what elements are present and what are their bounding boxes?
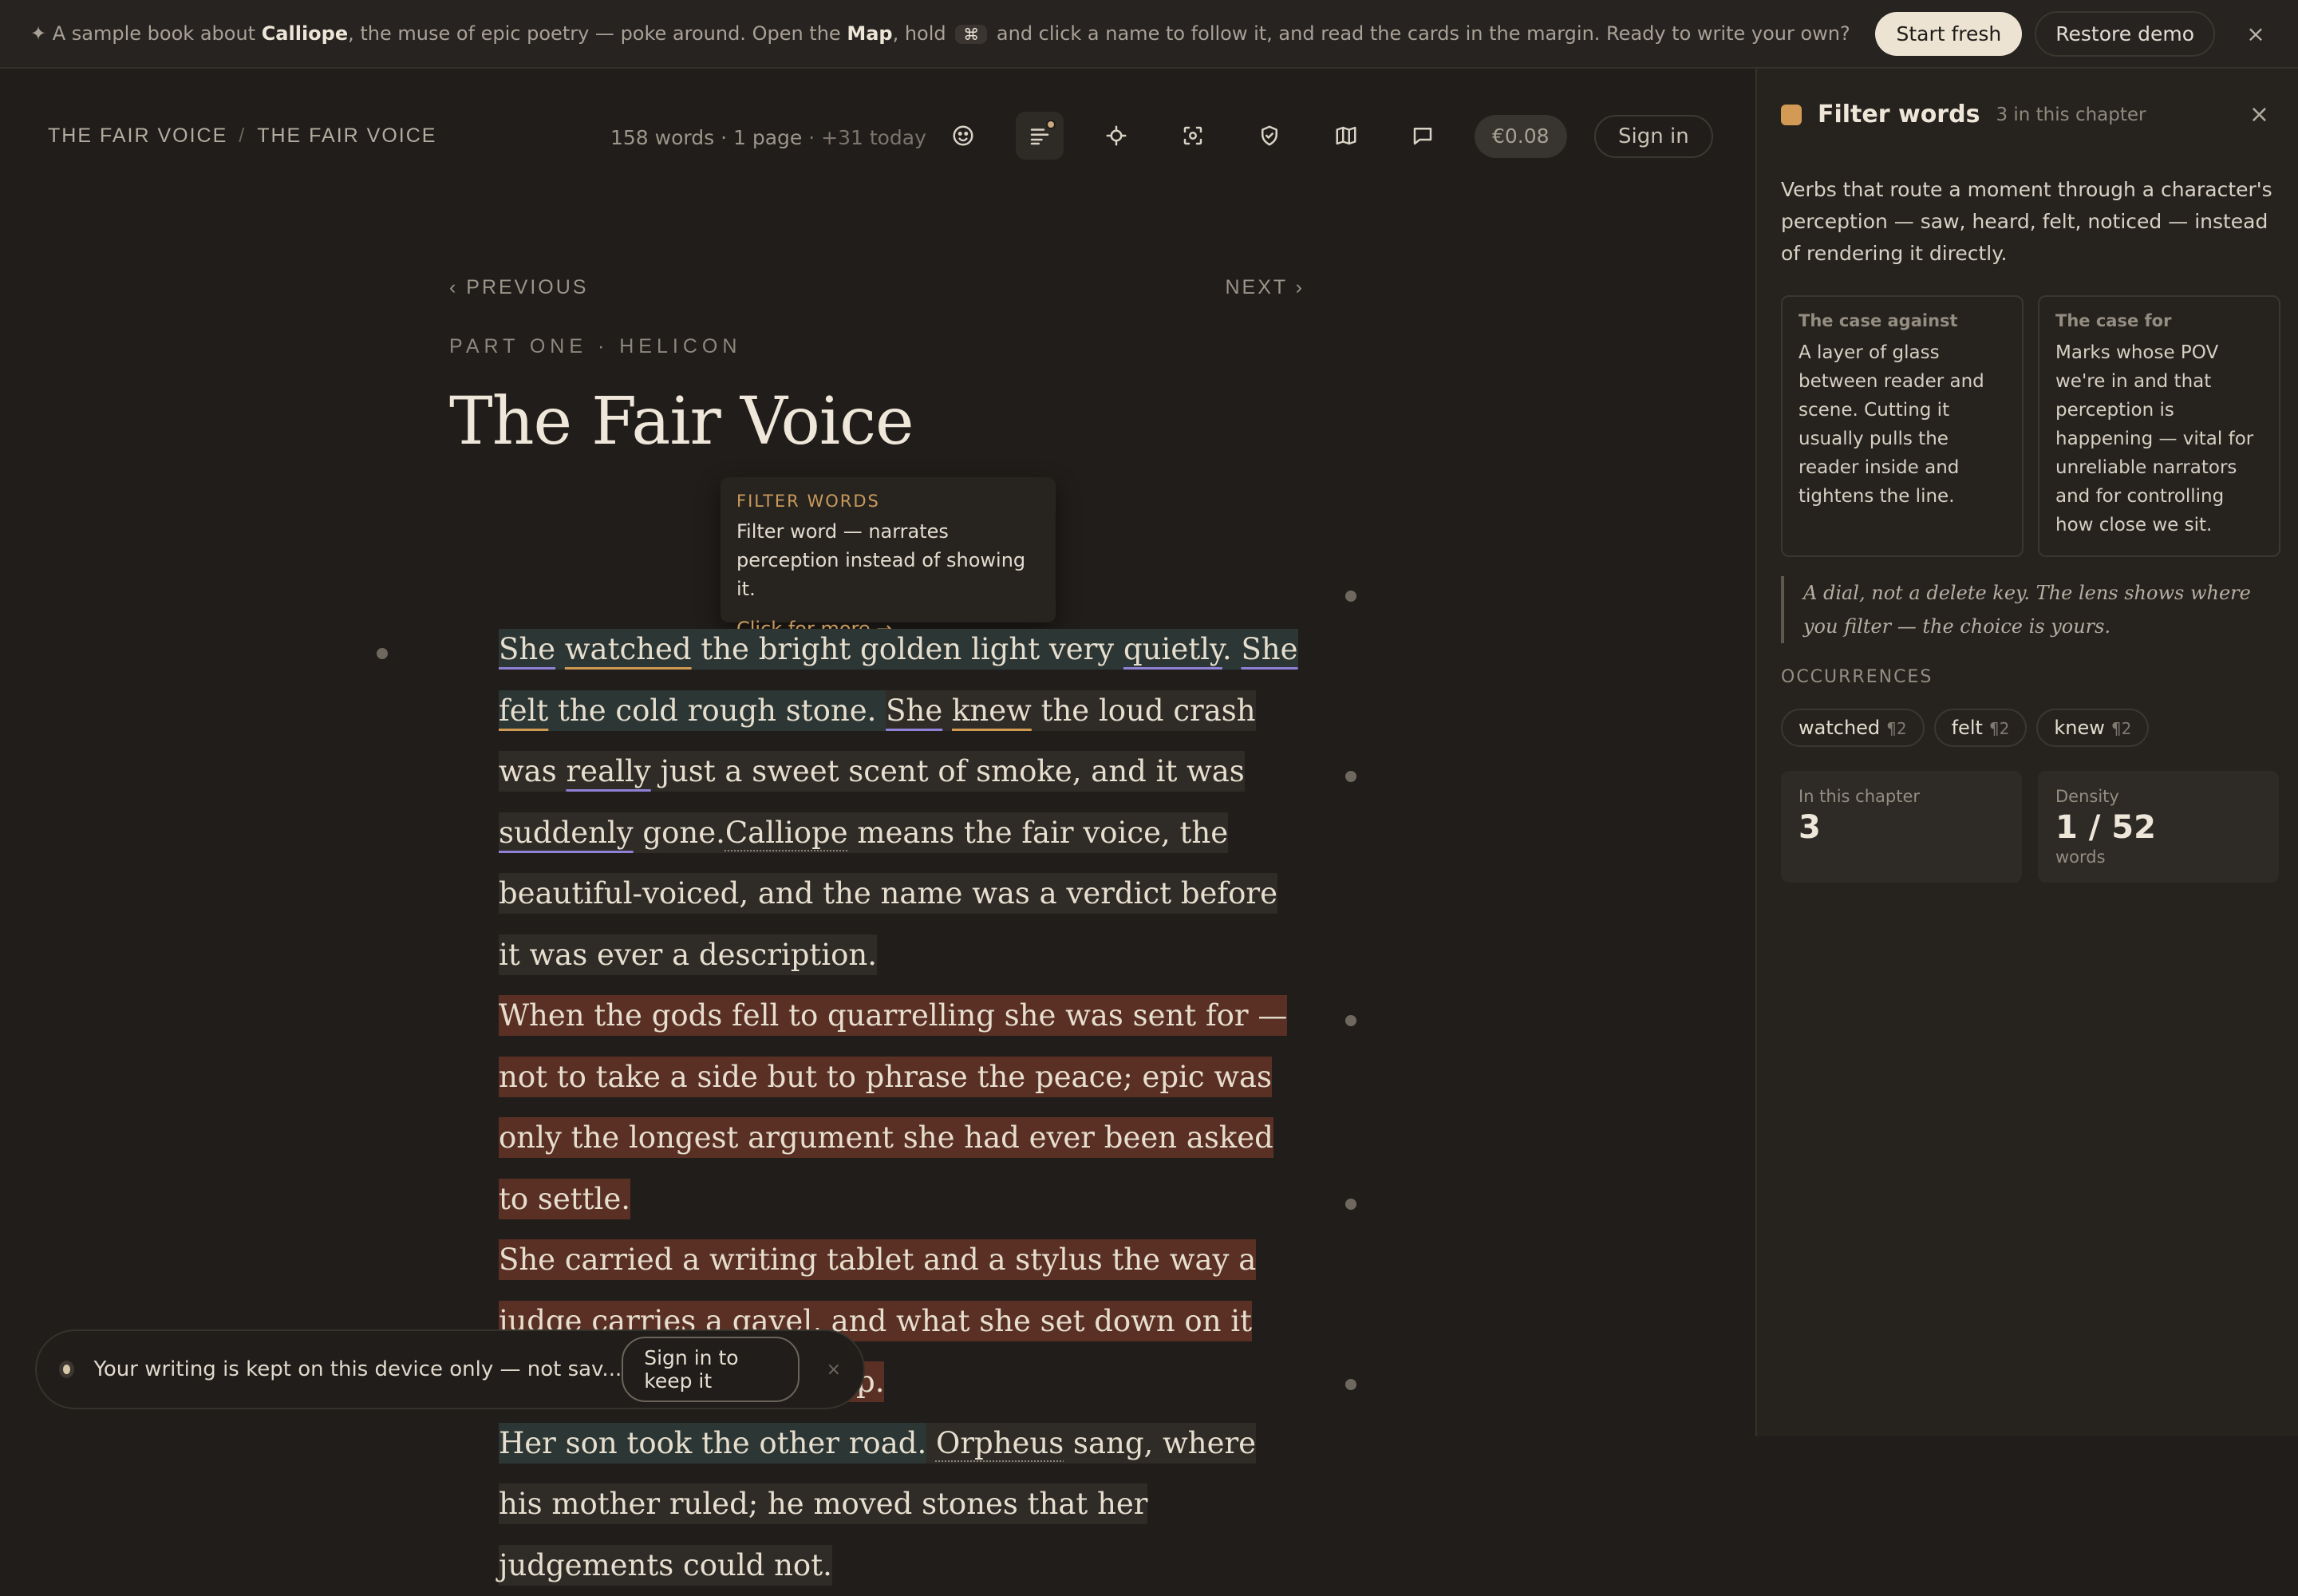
- status-dot-icon: [59, 1361, 74, 1378]
- lens-quote: A dial, not a delete key. The lens shows…: [1781, 576, 2276, 643]
- density-stat: Density 1 / 52 words: [2038, 771, 2279, 883]
- editor-area: THE FAIR VOICE / THE FAIR VOICE 158 words …: [0, 69, 1755, 1436]
- cost-badge[interactable]: €0.08: [1475, 115, 1567, 158]
- panel-count: 3 in this chapter: [1996, 105, 2146, 125]
- case-for-title: The case for: [2055, 311, 2263, 330]
- banner-close-icon[interactable]: ×: [2244, 21, 2268, 47]
- shield-icon[interactable]: [1246, 112, 1293, 160]
- toast-text: Your writing is kept on this device only…: [93, 1357, 622, 1381]
- sign-in-to-keep-button[interactable]: Sign in to keep it: [622, 1337, 799, 1402]
- filter-word[interactable]: watched: [565, 632, 692, 666]
- part-label: PART ONE · HELICON: [449, 335, 741, 358]
- lines-icon[interactable]: [1016, 112, 1064, 160]
- active-indicator: [1046, 120, 1056, 129]
- banner-calliope: Calliope: [262, 22, 348, 45]
- restore-demo-button[interactable]: Restore demo: [2035, 11, 2215, 57]
- chapter-pager: ‹ PREVIOUS NEXT ›: [449, 276, 1305, 299]
- case-against-body: A layer of glass between reader and scen…: [1799, 338, 2006, 511]
- filter-word-tooltip: FILTER WORDS Filter word — narrates perc…: [721, 477, 1056, 622]
- character-name-link[interactable]: Orpheus: [936, 1423, 1064, 1464]
- sparkle-icon: ✦: [30, 22, 46, 45]
- banner-map: Map: [847, 22, 892, 45]
- today-count: +31 today: [821, 126, 926, 149]
- occurrence-chips: watched¶2 felt¶2 knew¶2: [1781, 709, 2158, 747]
- filter-word[interactable]: felt: [499, 693, 548, 728]
- toast-close-icon[interactable]: ×: [827, 1360, 841, 1380]
- in-chapter-stat: In this chapter 3: [1781, 771, 2022, 883]
- banner-text: ✦ A sample book about Calliope, the muse…: [30, 22, 1875, 45]
- paragraph[interactable]: When the gods fell to quarrelling she wa…: [449, 986, 1307, 1230]
- sign-in-button[interactable]: Sign in: [1594, 115, 1713, 158]
- margin-dot[interactable]: [1345, 771, 1356, 782]
- breadcrumb: THE FAIR VOICE / THE FAIR VOICE: [48, 124, 436, 148]
- palette-icon[interactable]: [939, 112, 987, 160]
- breadcrumb-separator: /: [239, 124, 246, 147]
- breadcrumb-book[interactable]: THE FAIR VOICE: [48, 124, 227, 147]
- filter-word[interactable]: knew: [952, 693, 1032, 728]
- start-fresh-button[interactable]: Start fresh: [1875, 12, 2022, 56]
- panel-title: Filter words: [1818, 101, 1980, 128]
- manuscript-text[interactable]: She watched the bright golden light very…: [449, 619, 1307, 1596]
- paragraph[interactable]: Her son took the other road. Orpheus san…: [449, 1413, 1307, 1596]
- next-link[interactable]: NEXT ›: [1226, 276, 1305, 299]
- tooltip-body: Filter word — narrates perception instea…: [736, 517, 1040, 603]
- comment-icon[interactable]: [1399, 112, 1447, 160]
- breadcrumb-chapter[interactable]: THE FAIR VOICE: [257, 124, 436, 147]
- command-key: ⌘: [955, 25, 987, 44]
- occurrence-chip[interactable]: knew¶2: [2036, 709, 2149, 747]
- chapter-title[interactable]: The Fair Voice: [449, 384, 914, 460]
- occurrence-chip[interactable]: watched¶2: [1781, 709, 1925, 747]
- margin-dot[interactable]: [1345, 1015, 1356, 1026]
- margin-dot[interactable]: [377, 648, 388, 659]
- panel-close-icon[interactable]: ×: [2249, 101, 2269, 128]
- case-for-card: The case for Marks whose POV we're in an…: [2038, 295, 2280, 557]
- case-for-body: Marks whose POV we're in and that percep…: [2055, 338, 2263, 539]
- occurrences-heading: OCCURRENCES: [1781, 667, 1933, 687]
- onboarding-banner: ✦ A sample book about Calliope, the muse…: [0, 0, 2298, 69]
- focus-icon[interactable]: [1169, 112, 1217, 160]
- margin-dot[interactable]: [1345, 1199, 1356, 1210]
- paragraph[interactable]: She watched the bright golden light very…: [449, 619, 1307, 986]
- editor-toolbar: THE FAIR VOICE / THE FAIR VOICE 158 words …: [0, 109, 1755, 172]
- lens-description: Verbs that route a moment through a char…: [1781, 174, 2276, 270]
- lens-panel: Filter words 3 in this chapter × Verbs t…: [1755, 69, 2298, 1436]
- character-name-link[interactable]: Calliope: [725, 816, 848, 850]
- case-against-title: The case against: [1799, 311, 2006, 330]
- map-icon[interactable]: [1322, 112, 1370, 160]
- case-against-card: The case against A layer of glass betwee…: [1781, 295, 2024, 557]
- previous-link[interactable]: ‹ PREVIOUS: [449, 276, 588, 298]
- tooltip-kicker: FILTER WORDS: [736, 492, 1040, 511]
- margin-dot[interactable]: [1345, 591, 1356, 602]
- occurrence-chip[interactable]: felt¶2: [1934, 709, 2028, 747]
- word-stats: 158 words · 1 page · +31 today: [610, 126, 926, 149]
- panel-header: Filter words 3 in this chapter: [1781, 101, 2146, 128]
- target-icon[interactable]: [1092, 112, 1140, 160]
- lens-color-swatch: [1781, 105, 1802, 125]
- local-storage-toast: Your writing is kept on this device only…: [35, 1329, 865, 1409]
- margin-dot[interactable]: [1345, 1379, 1356, 1390]
